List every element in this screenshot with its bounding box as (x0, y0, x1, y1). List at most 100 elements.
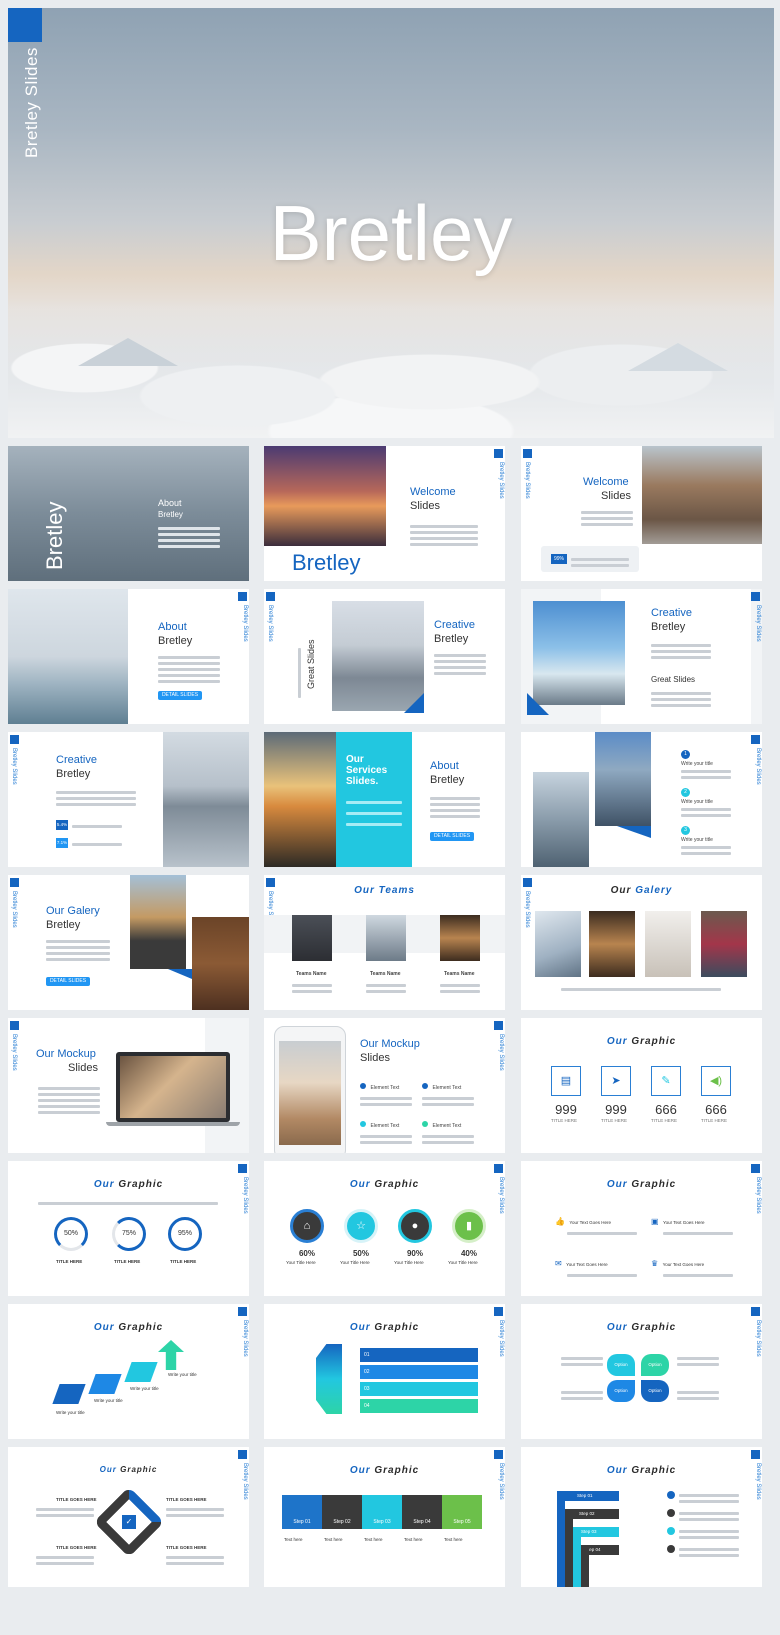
slide-title: Our Graphic (93, 1179, 164, 1190)
side-label: Bretley Slides (11, 891, 17, 928)
slide-title: Our Teams (354, 885, 415, 896)
slide-creative-reflection[interactable]: Bretley Slides Creative Bretley 5.4% 7.1… (8, 732, 249, 867)
step-block: Step 03 (362, 1495, 402, 1529)
slide-galery-road[interactable]: Bretley Slides Our Galery Bretley DETAIL… (8, 875, 249, 1010)
side-label: Bretley Slides (242, 1320, 248, 1357)
slide-title: Our Graphic (606, 1322, 677, 1333)
slide-heading: Our Mockup (360, 1038, 420, 1050)
counter-label: TITLE HERE (601, 1118, 628, 1123)
slide-welcome-street[interactable]: Welcome Slides 99% Bretley Slides (521, 446, 762, 581)
step-text: Text here (284, 1537, 303, 1542)
services-panel: Our Services Slides. (336, 732, 412, 867)
hero-brand: Bretley Slides (22, 47, 41, 158)
slide-heading: Welcome (583, 476, 629, 488)
body-text (158, 524, 220, 548)
slide-about-opera[interactable]: About Bretley DETAIL SLIDES Bretley Slid… (8, 589, 249, 724)
team-photo (292, 915, 332, 961)
slide-teams[interactable]: Bretley Slides Our Teams Teams Name Team… (264, 875, 505, 1010)
slide-welcome-city[interactable]: Bretley Welcome Slides Bretley Slides (264, 446, 505, 581)
side-label: Bretley Slides (524, 891, 530, 928)
body-text (434, 651, 486, 675)
slide-title: Our Graphic (349, 1322, 420, 1333)
send-icon: ➤ (601, 1066, 631, 1096)
option-bubble: Option (641, 1380, 669, 1402)
slide-title: Our Graphic (349, 1179, 420, 1190)
slide-graphic-numbered-bars[interactable]: Our Graphic 01 02 03 04 Bretley Slides (264, 1304, 505, 1439)
brand-tag (751, 592, 760, 601)
slide-graphic-arrow-steps[interactable]: Our Graphic Write your title Write your … (8, 1304, 249, 1439)
side-label: Bretley Slides (755, 1320, 761, 1357)
trophy-icon: ♛ (651, 1259, 659, 1268)
slide-galery-grid[interactable]: Bretley Slides Our GraphicOur GaleryGale… (521, 875, 762, 1010)
slide-title: Our Graphic (606, 1036, 677, 1047)
hero-slide: Bretley Slides Bretley (8, 8, 774, 438)
slide-creative-great[interactable]: Great Slides Creative Bretley Bretley Sl… (264, 589, 505, 724)
laptop-base (106, 1122, 240, 1126)
side-label: Bretley Slides (524, 462, 530, 499)
body-text (430, 794, 480, 818)
slide-subheading: Slides (360, 1052, 390, 1064)
slide-graphic-counters[interactable]: Our Graphic ▤ ➤ ✎ ◀) 999 999 666 666 TIT… (521, 1018, 762, 1153)
side-label: Bretley Slides (267, 605, 273, 642)
gallery-photo (589, 911, 635, 977)
detail-button[interactable]: DETAIL SLIDES (158, 691, 202, 700)
slide-graphic-options[interactable]: Our Graphic Option Option Option Option … (521, 1304, 762, 1439)
step-title: Write your title (168, 1372, 197, 1377)
slide-title: Our Graphic (99, 1465, 158, 1474)
option-bubble: Option (607, 1380, 635, 1402)
counter-value: 999 (555, 1102, 577, 1117)
slide-graphic-arrows[interactable]: Our Graphic Step 01 Step 02 Step 03 Step… (521, 1447, 762, 1587)
brand-tag (751, 735, 760, 744)
slide-graphic-steps[interactable]: Our Graphic Step 01 Step 02 Step 03 Step… (264, 1447, 505, 1587)
body-text (581, 508, 633, 526)
step-text: Text here (324, 1537, 343, 1542)
slide-subheading: Bretley (56, 768, 91, 780)
services-title: Our Services Slides. (346, 754, 388, 787)
slide-title: Our Graphic (93, 1322, 164, 1333)
slide-services[interactable]: Our Services Slides. About Bretley DETAI… (264, 732, 505, 867)
slide-numbered-list[interactable]: 1 Write your title 2 Write your title 3 … (521, 732, 762, 867)
step-block: Step 02 (322, 1495, 362, 1529)
tower-reflection-photo (163, 732, 249, 867)
slide-graphic-icons-text[interactable]: Our Graphic 👍 Your Text Goes Here ▣ Your… (521, 1161, 762, 1296)
laptop-screen (120, 1056, 226, 1118)
stat-value: 40% (460, 1249, 477, 1258)
side-label: Bretley Slides (755, 605, 761, 642)
detail-button[interactable]: DETAIL SLIDES (430, 832, 474, 841)
list-bar: 01 (360, 1348, 478, 1362)
cycle-title: TITLE GOES HERE (166, 1545, 207, 1550)
slide-mockup-laptop[interactable]: Bretley Slides Our Mockup Slides (8, 1018, 249, 1153)
battery-icon: ▮ (452, 1209, 486, 1243)
counter-value: 666 (705, 1102, 727, 1117)
slide-about-mountain[interactable]: Bretley About Bretley (8, 446, 249, 581)
brand-tag (238, 1450, 247, 1459)
brand-tag (494, 1021, 503, 1030)
slide-graphic-cycle[interactable]: Our Graphic ✓ TITLE GOES HERE TITLE GOES… (8, 1447, 249, 1587)
counter-label: TITLE HERE (651, 1118, 678, 1123)
slide-title: Our Graphic (606, 1179, 677, 1190)
progress-ring: 95% (168, 1217, 202, 1251)
arrow-bar: Step 02 (565, 1509, 619, 1519)
stat-label: Your Title Here (448, 1260, 478, 1265)
slide-creative-sky[interactable]: Creative Bretley Great Slides Bretley Sl… (521, 589, 762, 724)
thumbs-up-icon: ✓ (122, 1515, 136, 1529)
step-title: Write your title (94, 1398, 123, 1403)
body-text (158, 653, 220, 683)
slide-graphic-stats[interactable]: Our Graphic ⌂ ☆ ● ▮ 60% 50% 90% 40% Your… (264, 1161, 505, 1296)
slide-title: Our Graphic (606, 1465, 677, 1476)
brand-tag (751, 1450, 760, 1459)
detail-button[interactable]: DETAIL SLIDES (46, 977, 90, 986)
step-text: Text here (444, 1537, 463, 1542)
body-text (651, 641, 711, 659)
accent-triangle (617, 826, 651, 838)
brand-tag (10, 1021, 19, 1030)
slide-graphic-progress[interactable]: Our Graphic 50% 75% 95% TITLE HERE TITLE… (8, 1161, 249, 1296)
slide-mockup-phone[interactable]: Our Mockup Slides Element Text Element T… (264, 1018, 505, 1153)
slide-subheading: Bretley (158, 635, 193, 647)
brand-tag (751, 1307, 760, 1316)
body-text (38, 1084, 100, 1114)
ring-label: TITLE HERE (56, 1259, 83, 1264)
sound-icon: ◀) (701, 1066, 731, 1096)
side-label: Bretley Slides (498, 462, 504, 499)
list-bar: 02 (360, 1365, 478, 1379)
